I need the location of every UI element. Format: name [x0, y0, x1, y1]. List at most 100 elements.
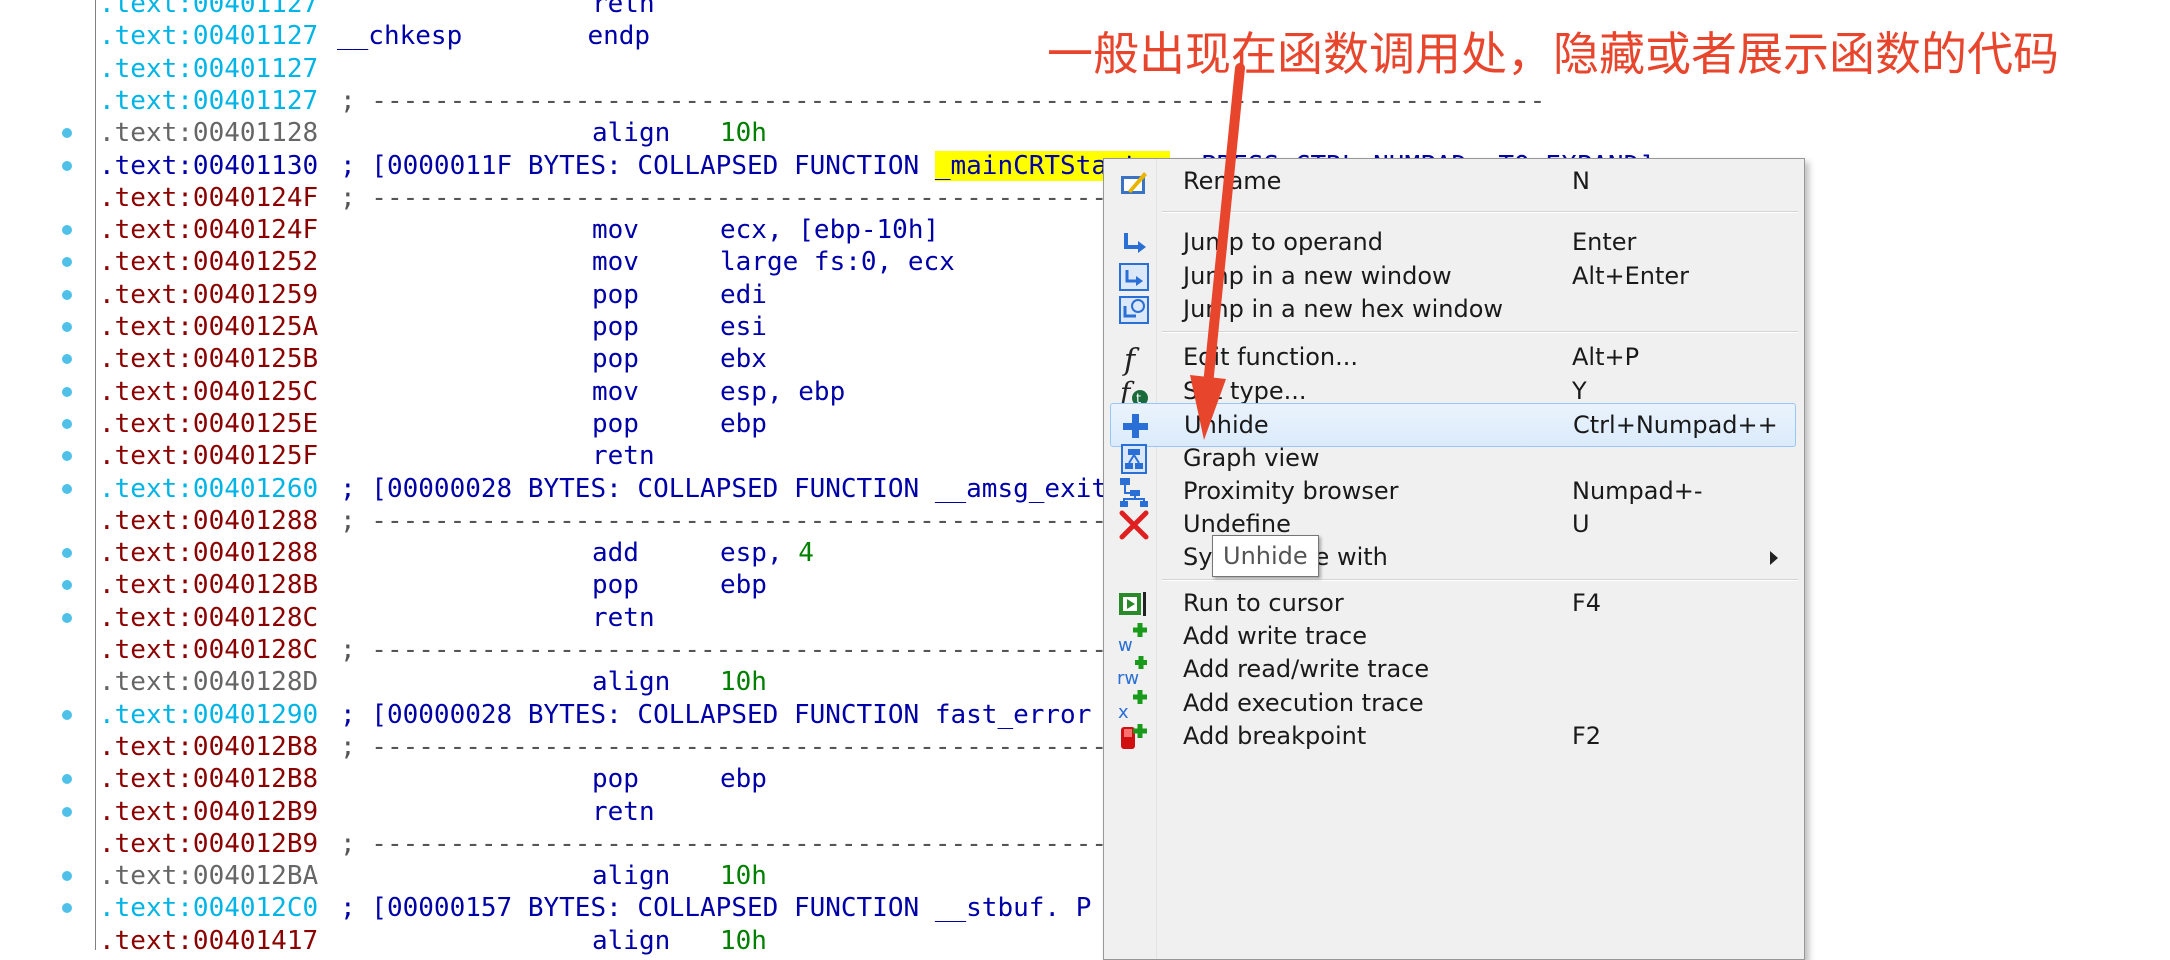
- mnemonic: retn: [592, 796, 655, 827]
- listing-line[interactable]: .text:00401127 retn: [0, 0, 1600, 20]
- address: .text:004012B9: [99, 828, 319, 859]
- menu-item-shortcut: Y: [1572, 377, 1587, 405]
- operands: ebp: [720, 570, 767, 601]
- flow-dot: [62, 871, 72, 882]
- flow-dot: [62, 483, 72, 494]
- mnemonic: pop: [592, 408, 639, 439]
- menu-item-label: Set type...: [1183, 377, 1307, 405]
- flow-dot: [62, 289, 72, 300]
- collapsed-function-text: ; [00000157 BYTES: COLLAPSED FUNCTION __…: [340, 893, 1092, 924]
- menu-item-label: Unhide: [1184, 411, 1269, 439]
- flow-dot: [62, 322, 72, 332]
- listing-line[interactable]: .text:00401127 ; ------------------------…: [0, 85, 1600, 117]
- address: .text:00401260: [99, 473, 319, 504]
- listing-line[interactable]: .text:00401128 align 10h: [0, 117, 1600, 149]
- flow-dot: [62, 386, 72, 397]
- flow-dot: [62, 225, 72, 236]
- menu-item-label: Add breakpoint: [1183, 722, 1367, 750]
- jump-hex-window-icon: [1116, 292, 1152, 328]
- address: .text:00401290: [99, 699, 319, 730]
- operands: ebp: [720, 764, 767, 795]
- mnemonic: pop: [592, 344, 639, 375]
- address: .text:0040128B: [99, 570, 319, 601]
- address: .text:0040124F: [99, 215, 319, 246]
- operands: 10h: [720, 925, 767, 956]
- address: .text:00401288: [99, 505, 319, 536]
- operands: ebx: [720, 344, 767, 375]
- menu-item-label: Run to cursor: [1183, 589, 1344, 617]
- flow-dot: [62, 418, 72, 429]
- mnemonic: align: [592, 861, 671, 892]
- operands: 10h: [720, 667, 767, 698]
- collapsed-function-text: ; [0000011F BYTES: COLLAPSED FUNCTION: [340, 150, 935, 181]
- menu-item-label: Jump in a new window: [1183, 262, 1452, 290]
- collapsed-function[interactable]: ; [00000028 BYTES: COLLAPSED FUNCTION __…: [340, 473, 1107, 505]
- proc-end: __chkesp endp: [337, 21, 651, 52]
- flow-dot: [62, 354, 72, 365]
- mnemonic: retn: [592, 441, 655, 472]
- menu-item-add-breakpoint[interactable]: Add breakpoint F2: [1110, 715, 1796, 759]
- menu-item-shortcut: U: [1572, 510, 1590, 538]
- menu-item-shortcut: F4: [1572, 589, 1602, 617]
- annotation-text: 一般出现在函数调用处，隐藏或者展示函数的代码: [1047, 27, 2059, 81]
- mnemonic: pop: [592, 764, 639, 795]
- mnemonic: pop: [592, 279, 639, 310]
- collapsed-function[interactable]: ; [00000028 BYTES: COLLAPSED FUNCTION fa…: [340, 699, 1091, 731]
- address: .text:0040128C: [99, 635, 319, 665]
- menu-item-rename[interactable]: Rename N: [1110, 160, 1796, 204]
- flow-dot: [62, 160, 72, 171]
- menu-item-shortcut: Alt+P: [1572, 343, 1640, 371]
- menu-item-label: Graph view: [1183, 444, 1320, 472]
- tooltip: Unhide: [1212, 535, 1319, 577]
- address: .text:004012BA: [99, 861, 319, 892]
- operands: esp, ebp: [720, 376, 846, 407]
- mnemonic: retn: [592, 0, 655, 19]
- menu-item-label: Rename: [1183, 167, 1282, 195]
- address: .text:00401288: [99, 538, 319, 569]
- mnemonic: align: [592, 667, 671, 698]
- address: .text:00401127: [99, 21, 319, 52]
- address: .text:004012B9: [99, 796, 319, 827]
- menu-separator: [1162, 211, 1798, 213]
- address: .text:004012C0: [99, 893, 319, 924]
- mnemonic: mov: [592, 376, 639, 407]
- menu-separator: [1162, 579, 1798, 581]
- operands: 10h: [720, 118, 767, 149]
- mnemonic: add: [592, 538, 639, 569]
- address: .text:0040128D: [99, 667, 319, 698]
- submenu-arrow-icon: [1770, 551, 1778, 565]
- operands: ecx, [ebp-10h]: [720, 215, 940, 246]
- menu-item-label: Add read/write trace: [1183, 655, 1430, 683]
- operands: ebp: [720, 408, 767, 439]
- rename-icon: [1116, 164, 1152, 200]
- address: .text:00401127: [99, 0, 319, 19]
- flow-dot: [62, 774, 72, 785]
- collapsed-function[interactable]: ; [00000157 BYTES: COLLAPSED FUNCTION __…: [340, 892, 1091, 924]
- disassembly-listing[interactable]: .text:00401127 retn .text:00401127 __chkesp…: [0, 0, 2170, 956]
- address: .text:0040125A: [99, 312, 319, 342]
- address: .text:00401127: [99, 53, 319, 84]
- menu-item-shortcut: N: [1572, 167, 1590, 195]
- flow-dot: [62, 548, 72, 559]
- operands: esi: [720, 312, 767, 342]
- operands: 10h: [720, 861, 767, 892]
- address: .text:004012B8: [99, 731, 319, 762]
- flow-dot: [62, 903, 72, 914]
- menu-item-shortcut: Alt+Enter: [1572, 262, 1690, 290]
- mnemonic: pop: [592, 312, 639, 342]
- operands: edi: [720, 279, 767, 310]
- flow-dot: [62, 451, 72, 462]
- collapsed-function-text: ; [00000028 BYTES: COLLAPSED FUNCTION fa…: [340, 699, 1092, 730]
- flow-dot: [62, 128, 72, 139]
- menu-item-label: Jump to operand: [1183, 228, 1383, 256]
- address: .text:00401259: [99, 279, 319, 310]
- menu-item-label: Undefine: [1183, 510, 1291, 538]
- operands: large fs:0, ecx: [720, 247, 955, 278]
- menu-item-shortcut: F2: [1572, 722, 1602, 750]
- address: .text:00401130: [99, 150, 319, 181]
- add-breakpoint-icon: [1116, 719, 1152, 755]
- menu-item-jump-in-a-new-hex-window[interactable]: Jump in a new hex window: [1110, 288, 1796, 332]
- mnemonic: align: [592, 118, 671, 149]
- address: .text:00401127: [99, 85, 319, 116]
- menu-item-label: Add execution trace: [1183, 689, 1424, 717]
